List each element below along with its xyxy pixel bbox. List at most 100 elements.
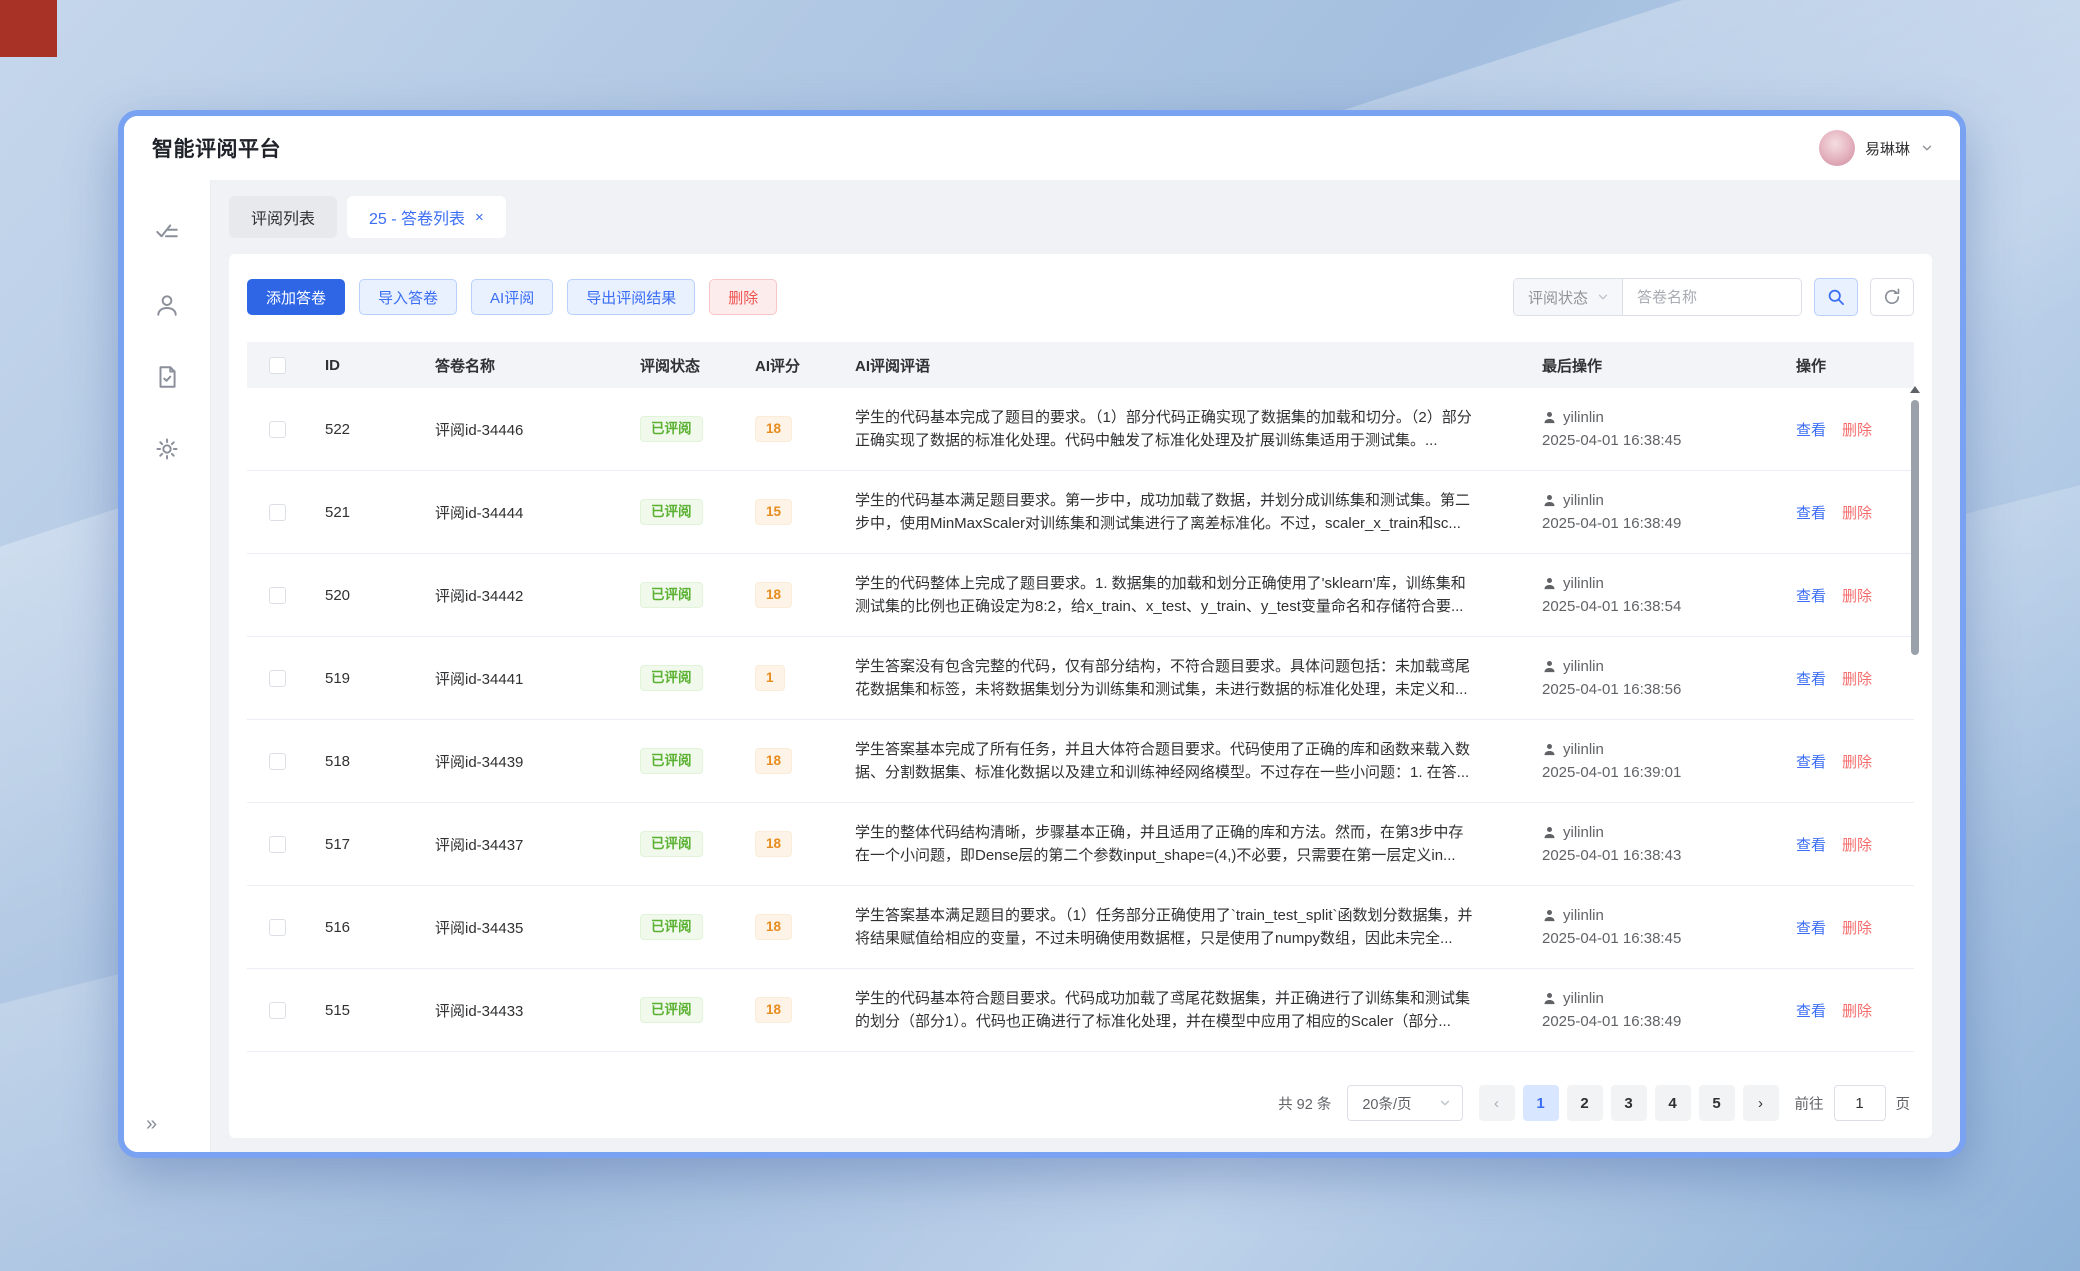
score-badge: 18 [755, 914, 792, 940]
row-checkbox[interactable] [269, 753, 286, 770]
score-badge: 18 [755, 997, 792, 1023]
operator-name: yilinlin [1563, 575, 1604, 592]
export-results-button[interactable]: 导出评阅结果 [567, 279, 695, 315]
operation-time: 2025-04-01 16:38:49 [1542, 515, 1786, 532]
answer-name-input[interactable] [1623, 279, 1801, 315]
ai-comment: 学生的代码基本符合题目要求。代码成功加载了鸢尾花数据集，并正确进行了训练集和测试… [855, 987, 1476, 1034]
sidebar-collapse-button[interactable]: » [146, 1113, 157, 1136]
operator-name: yilinlin [1563, 492, 1604, 509]
row-checkbox[interactable] [269, 504, 286, 521]
last-operation: yilinlin 2025-04-01 16:38:56 [1536, 658, 1786, 698]
scrollbar-thumb[interactable] [1911, 400, 1919, 655]
import-answer-button[interactable]: 导入答卷 [359, 279, 457, 315]
operator-name: yilinlin [1563, 409, 1604, 426]
user-menu[interactable]: 易琳琳 [1819, 130, 1934, 166]
page-button-1[interactable]: 1 [1523, 1085, 1559, 1121]
row-checkbox[interactable] [269, 421, 286, 438]
page-button-2[interactable]: 2 [1567, 1085, 1603, 1121]
review-status-select[interactable]: 评阅状态 [1514, 279, 1623, 315]
col-header-action: 操作 [1786, 355, 1914, 376]
goto-page-input[interactable] [1834, 1085, 1886, 1121]
row-id: 522 [307, 421, 417, 438]
answer-table: ID 答卷名称 评阅状态 AI评分 AI评阅评语 最后操作 操作 522 评阅i… [247, 342, 1914, 1068]
close-icon[interactable]: × [475, 210, 484, 225]
delete-link[interactable]: 删除 [1842, 920, 1872, 937]
next-page-button[interactable]: › [1743, 1085, 1779, 1121]
ai-comment: 学生的代码整体上完成了题目要求。1. 数据集的加载和划分正确使用了'sklear… [855, 572, 1476, 619]
avatar[interactable] [1819, 130, 1855, 166]
app-window: 智能评阅平台 易琳琳 [118, 110, 1966, 1158]
status-select-placeholder: 评阅状态 [1528, 287, 1588, 308]
sidebar-item-answer-sheets[interactable] [154, 364, 180, 390]
row-actions: 查看删除 [1786, 751, 1914, 772]
tab-label: 25 - 答卷列表 [369, 205, 465, 229]
table-row: 517 评阅id-34437 已评阅 18 学生的整体代码结构清晰，步骤基本正确… [247, 803, 1914, 886]
row-id: 518 [307, 753, 417, 770]
row-checkbox[interactable] [269, 1002, 286, 1019]
table-header: ID 答卷名称 评阅状态 AI评分 AI评阅评语 最后操作 操作 [247, 342, 1914, 388]
page-button-3[interactable]: 3 [1611, 1085, 1647, 1121]
tab-review-list[interactable]: 评阅列表 [229, 196, 337, 238]
chevron-down-icon [1596, 290, 1610, 304]
pager-pages: 12345 [1523, 1085, 1735, 1121]
sidebar: » [124, 180, 211, 1152]
row-id: 519 [307, 670, 417, 687]
delete-link[interactable]: 删除 [1842, 1003, 1872, 1020]
page-button-4[interactable]: 4 [1655, 1085, 1691, 1121]
view-link[interactable]: 查看 [1796, 505, 1826, 522]
select-all-checkbox[interactable] [269, 357, 286, 374]
page-size-select[interactable]: 20条/页 [1347, 1085, 1462, 1121]
view-link[interactable]: 查看 [1796, 588, 1826, 605]
score-badge: 18 [755, 416, 792, 442]
delete-link[interactable]: 删除 [1842, 422, 1872, 439]
table-body: 522 评阅id-34446 已评阅 18 学生的代码基本完成了题目的要求。（1… [247, 388, 1914, 1052]
sidebar-item-review-list[interactable] [154, 220, 180, 246]
view-link[interactable]: 查看 [1796, 837, 1826, 854]
delete-link[interactable]: 删除 [1842, 588, 1872, 605]
search-button[interactable] [1814, 278, 1858, 316]
delete-button[interactable]: 删除 [709, 279, 777, 315]
sidebar-item-users[interactable] [154, 292, 180, 318]
chevron-down-icon [1438, 1096, 1452, 1110]
col-header-lastop: 最后操作 [1536, 355, 1786, 376]
page-button-5[interactable]: 5 [1699, 1085, 1735, 1121]
score-badge: 1 [755, 665, 785, 691]
prev-page-button[interactable]: ‹ [1479, 1085, 1515, 1121]
add-answer-button[interactable]: 添加答卷 [247, 279, 345, 315]
delete-link[interactable]: 删除 [1842, 837, 1872, 854]
view-link[interactable]: 查看 [1796, 754, 1826, 771]
view-link[interactable]: 查看 [1796, 920, 1826, 937]
delete-link[interactable]: 删除 [1842, 754, 1872, 771]
refresh-button[interactable] [1870, 278, 1914, 316]
row-name: 评阅id-34439 [417, 751, 622, 772]
person-icon [1542, 659, 1557, 674]
person-icon [1542, 493, 1557, 508]
delete-link[interactable]: 删除 [1842, 671, 1872, 688]
ai-review-button[interactable]: AI评阅 [471, 279, 553, 315]
content-card: 添加答卷 导入答卷 AI评阅 导出评阅结果 删除 评阅状态 [229, 254, 1932, 1138]
view-link[interactable]: 查看 [1796, 422, 1826, 439]
operation-time: 2025-04-01 16:38:45 [1542, 930, 1786, 947]
last-operation: yilinlin 2025-04-01 16:38:49 [1536, 492, 1786, 532]
view-link[interactable]: 查看 [1796, 671, 1826, 688]
goto-suffix: 页 [1896, 1093, 1911, 1114]
row-checkbox[interactable] [269, 836, 286, 853]
table-scrollbar[interactable] [1910, 394, 1920, 1054]
row-actions: 查看删除 [1786, 668, 1914, 689]
ai-comment: 学生的代码基本完成了题目的要求。（1）部分代码正确实现了数据集的加载和切分。（2… [855, 406, 1476, 453]
view-link[interactable]: 查看 [1796, 1003, 1826, 1020]
row-checkbox[interactable] [269, 670, 286, 687]
status-badge: 已评阅 [640, 748, 703, 774]
sidebar-item-settings[interactable] [154, 436, 180, 462]
tab-label: 评阅列表 [251, 205, 315, 229]
col-header-name: 答卷名称 [417, 355, 622, 376]
row-actions: 查看删除 [1786, 834, 1914, 855]
review-checklist-icon [154, 220, 180, 246]
tab-answer-sheet-list[interactable]: 25 - 答卷列表 × [347, 196, 506, 238]
delete-link[interactable]: 删除 [1842, 505, 1872, 522]
row-checkbox[interactable] [269, 919, 286, 936]
row-actions: 查看删除 [1786, 502, 1914, 523]
scroll-up-arrow-icon[interactable] [1910, 386, 1920, 393]
row-checkbox[interactable] [269, 587, 286, 604]
table-row: 522 评阅id-34446 已评阅 18 学生的代码基本完成了题目的要求。（1… [247, 388, 1914, 471]
